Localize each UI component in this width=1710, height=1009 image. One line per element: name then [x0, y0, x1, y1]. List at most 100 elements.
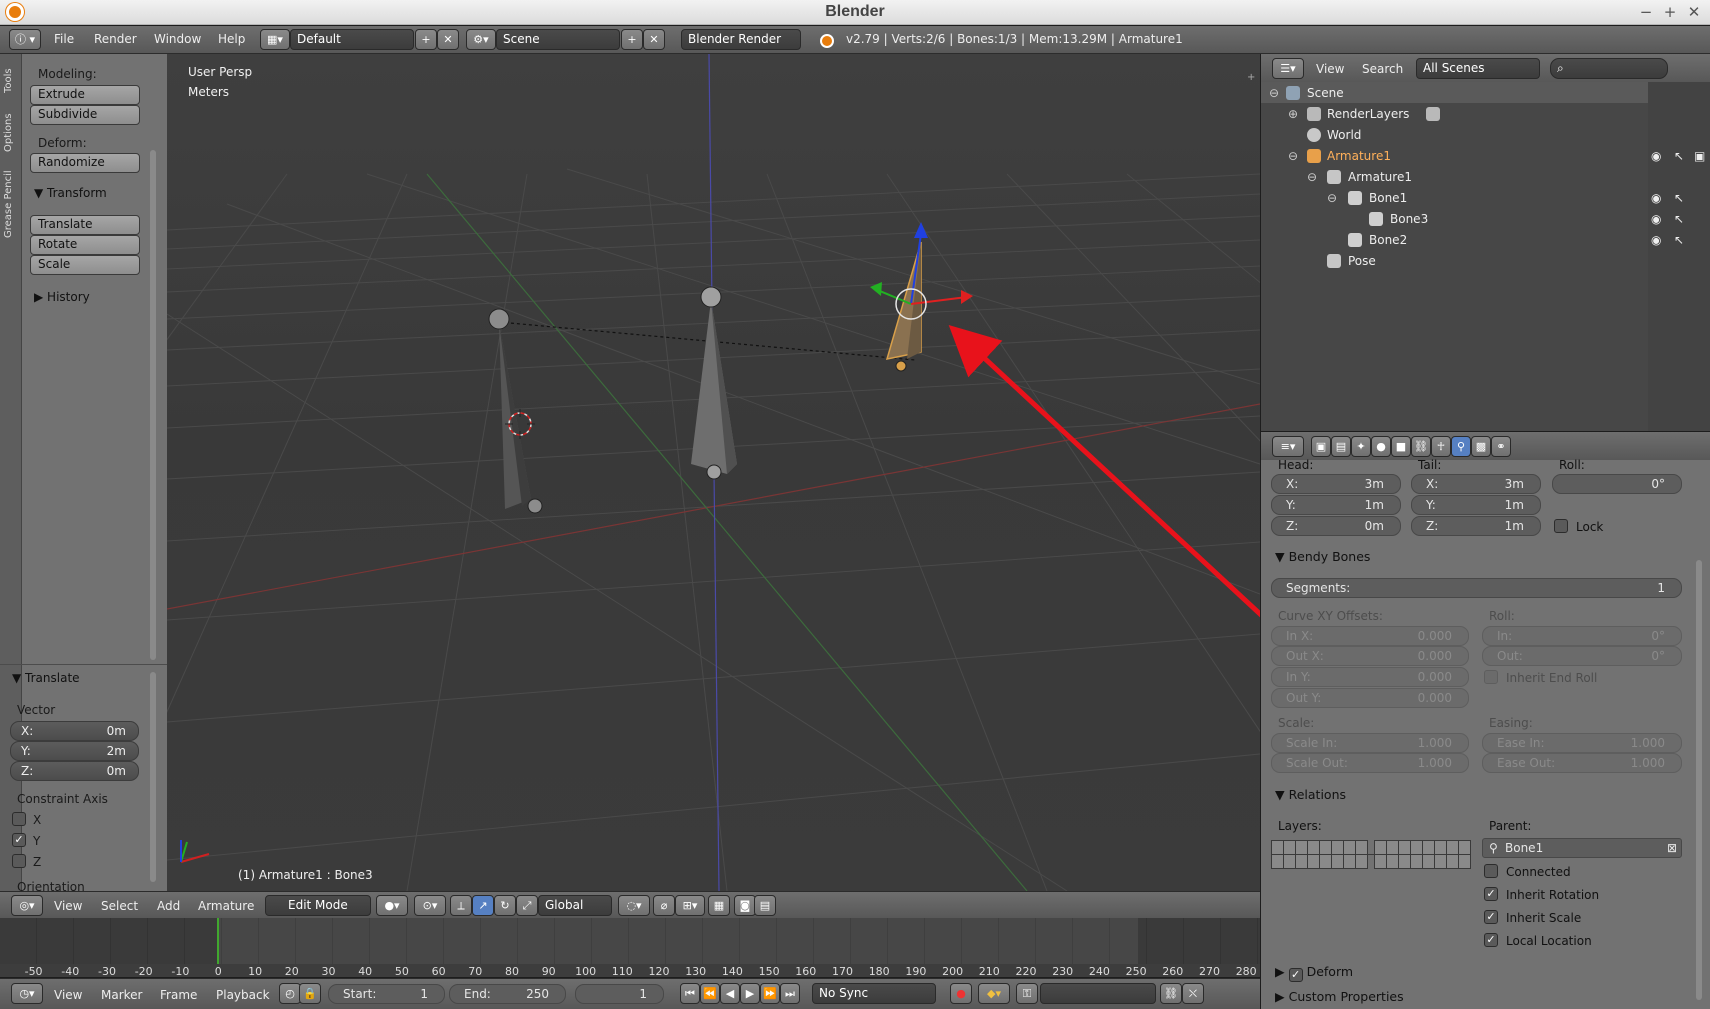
insert-keyframe-icon[interactable]: ⛓: [1160, 983, 1182, 1004]
editor-type-3d-icon[interactable]: ◎▾: [11, 895, 43, 916]
inherit-end-roll-checkbox[interactable]: [1484, 670, 1498, 684]
translate-button[interactable]: Translate: [30, 215, 140, 235]
add-scene-icon[interactable]: +: [621, 29, 643, 50]
deform-toggle[interactable]: ▶ ✓ Deform: [1275, 964, 1353, 982]
expand-panel-icon[interactable]: +: [1247, 72, 1257, 84]
select-cursor-icon[interactable]: ↖: [1674, 191, 1684, 205]
maximize-icon[interactable]: +: [1660, 2, 1680, 22]
remove-scene-icon[interactable]: ✕: [643, 29, 665, 50]
curve-in-y-field[interactable]: In Y: 0.000: [1271, 667, 1469, 687]
tail-x-field[interactable]: X: 3m: [1411, 474, 1541, 494]
jump-end-icon[interactable]: ⏭: [780, 983, 800, 1004]
screen-layout-field[interactable]: Default: [290, 29, 414, 50]
delete-keyframe-icon[interactable]: ⛌: [1182, 983, 1204, 1004]
tab-options[interactable]: Options: [3, 106, 19, 160]
custom-properties-toggle[interactable]: ▶ Custom Properties: [1275, 989, 1404, 1004]
outliner-search-input[interactable]: ⌕: [1550, 58, 1668, 79]
menu-armature[interactable]: Armature: [198, 899, 254, 913]
select-cursor-icon[interactable]: ↖: [1674, 149, 1684, 163]
next-keyframe-icon[interactable]: ⏩: [760, 983, 780, 1004]
visibility-eye-icon[interactable]: ◉: [1651, 149, 1661, 163]
collapse-icon[interactable]: ⊖: [1327, 191, 1337, 205]
menu-marker[interactable]: Marker: [101, 988, 142, 1002]
curve-out-y-field[interactable]: Out Y: 0.000: [1271, 688, 1469, 708]
scene-icon[interactable]: ⚙▾: [466, 29, 496, 50]
constraints-tab-icon[interactable]: ⛓: [1411, 436, 1431, 457]
start-frame-field[interactable]: Start: 1: [328, 984, 445, 1004]
preview-range-icon[interactable]: ◴: [279, 983, 301, 1004]
transform-panel-toggle[interactable]: ▼ Transform: [34, 186, 107, 200]
texture-tab-icon[interactable]: ▩: [1471, 436, 1491, 457]
bendy-bones-toggle[interactable]: ▼ Bendy Bones: [1275, 549, 1370, 564]
randomize-button[interactable]: Randomize: [30, 153, 140, 173]
curve-out-x-field[interactable]: Out X: 0.000: [1271, 646, 1469, 666]
editor-type-timeline-icon[interactable]: ◷▾: [11, 983, 43, 1004]
vector-x-field[interactable]: X: 0m: [10, 721, 139, 741]
transform-orientation-select[interactable]: Global: [538, 895, 612, 916]
outliner-item-world[interactable]: World: [1261, 125, 1646, 146]
translate-manipulator-icon[interactable]: ↗: [472, 895, 494, 916]
outliner-item-pose[interactable]: Pose: [1261, 251, 1646, 272]
collapse-icon[interactable]: ⊖: [1288, 149, 1298, 163]
tool-shelf-scrollbar[interactable]: [150, 150, 156, 660]
active-keying-set-field[interactable]: [1040, 983, 1156, 1004]
render-layers-tab-icon[interactable]: ▤: [1331, 436, 1351, 457]
layers-icon[interactable]: ▦: [708, 895, 730, 916]
render-camera-icon[interactable]: ▣: [1694, 149, 1705, 163]
play-reverse-icon[interactable]: ◀: [720, 983, 740, 1004]
outliner-item-bone1[interactable]: ⊖ Bone1: [1261, 188, 1646, 209]
menu-add[interactable]: Add: [157, 899, 180, 913]
outliner-item-renderlayers[interactable]: ⊕ RenderLayers: [1261, 104, 1646, 125]
head-z-field[interactable]: Z: 0m: [1271, 516, 1401, 536]
current-frame-cursor[interactable]: [217, 918, 219, 964]
lock-range-icon[interactable]: 🔒: [299, 983, 321, 1004]
keyframe-insert-icon[interactable]: ⚿: [1016, 983, 1038, 1004]
parent-field[interactable]: ⚲ Bone1 ⊠: [1482, 838, 1682, 858]
rotate-button[interactable]: Rotate: [30, 235, 140, 255]
render-engine-select[interactable]: Blender Render: [681, 29, 801, 50]
end-frame-field[interactable]: End: 250: [449, 984, 566, 1004]
outliner-item-bone3[interactable]: Bone3: [1261, 209, 1646, 230]
bone-constraints-tab-icon[interactable]: ⚭: [1491, 436, 1511, 457]
select-cursor-icon[interactable]: ↖: [1674, 212, 1684, 226]
bone-tab-icon[interactable]: ⚲: [1451, 436, 1471, 457]
outliner-item-bone2[interactable]: Bone2: [1261, 230, 1646, 251]
render-animation-icon[interactable]: ▤: [754, 895, 776, 916]
outliner-view-menu[interactable]: View: [1316, 62, 1344, 76]
expand-icon[interactable]: ⊕: [1288, 107, 1298, 121]
menu-window[interactable]: Window: [154, 32, 201, 46]
menu-help[interactable]: Help: [218, 32, 245, 46]
outliner-search-menu[interactable]: Search: [1362, 62, 1403, 76]
constraint-x-checkbox[interactable]: [12, 812, 26, 826]
menu-playback[interactable]: Playback: [216, 988, 270, 1002]
scene-tab-icon[interactable]: ✦: [1351, 436, 1371, 457]
local-location-checkbox[interactable]: ✓: [1484, 933, 1498, 947]
ease-in-field[interactable]: Ease In: 1.000: [1482, 733, 1682, 753]
minimize-icon[interactable]: −: [1636, 2, 1656, 22]
subdivide-button[interactable]: Subdivide: [30, 105, 140, 125]
jump-start-icon[interactable]: ⏮: [680, 983, 700, 1004]
outliner-item-armature-data[interactable]: ⊖ Armature1: [1261, 167, 1646, 188]
manipulator-toggle-icon[interactable]: ⟂: [450, 895, 472, 916]
scale-button[interactable]: Scale: [30, 255, 140, 275]
proportional-edit-icon[interactable]: ◌▾: [618, 895, 650, 916]
collapse-icon[interactable]: ⊖: [1269, 86, 1279, 100]
tab-tools[interactable]: Tools: [3, 60, 19, 102]
menu-frame[interactable]: Frame: [160, 988, 197, 1002]
segments-field[interactable]: Segments: 1: [1271, 578, 1682, 598]
vector-y-field[interactable]: Y: 2m: [10, 741, 139, 761]
relations-toggle[interactable]: ▼ Relations: [1275, 787, 1346, 802]
constraint-z-checkbox[interactable]: [12, 854, 26, 868]
tail-z-field[interactable]: Z: 1m: [1411, 516, 1541, 536]
outliner-item-scene[interactable]: ⊖ Scene: [1261, 83, 1646, 104]
snap-toggle-icon[interactable]: ⌀: [653, 895, 675, 916]
keying-set-icon[interactable]: ◆▾: [978, 983, 1010, 1004]
menu-select[interactable]: Select: [101, 899, 138, 913]
render-tab-icon[interactable]: ▣: [1311, 436, 1331, 457]
pivot-point-icon[interactable]: ⊙▾: [414, 895, 446, 916]
tail-y-field[interactable]: Y: 1m: [1411, 495, 1541, 515]
connected-checkbox[interactable]: [1484, 864, 1498, 878]
roll-field[interactable]: 0°: [1552, 474, 1682, 494]
snap-element-icon[interactable]: ⊞▾: [675, 895, 705, 916]
remove-layout-icon[interactable]: ✕: [437, 29, 459, 50]
